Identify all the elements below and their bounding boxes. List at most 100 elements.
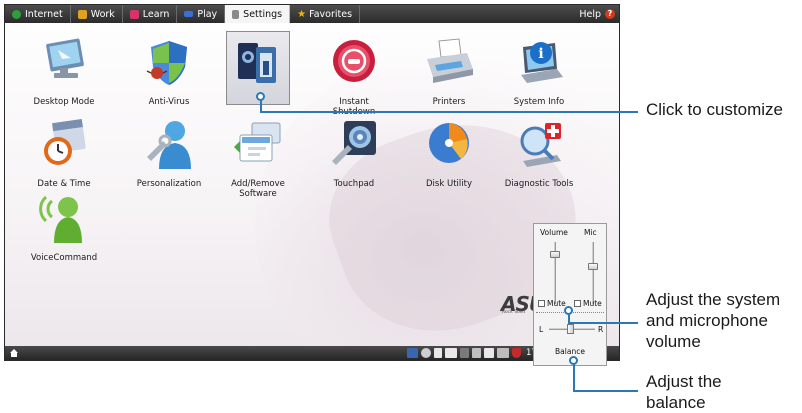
usb-icon[interactable] (497, 348, 509, 358)
balance-left-label: L (539, 325, 544, 334)
touchpad-icon (326, 117, 382, 173)
callout-adjust-system-volume: Adjust the system and microphone volume (646, 290, 781, 351)
mute-label: Mute (547, 299, 566, 308)
tab-favorites[interactable]: ★ Favorites (290, 5, 361, 23)
callout-dot-customize (256, 92, 265, 101)
wrench-icon (232, 9, 240, 19)
app-diagnostic-tools[interactable]: Diagnostic Tools (497, 117, 581, 189)
app-anti-virus[interactable]: Anti-Virus (127, 35, 211, 107)
desktop-mode-icon (36, 35, 92, 91)
app-disk-utility[interactable]: Disk Utility (407, 117, 491, 189)
app-instant-shutdown[interactable]: Instant Shutdown (312, 35, 396, 117)
app-label: Add/Remove Software (231, 179, 285, 199)
balance-right-label: R (598, 325, 604, 334)
app-label: Disk Utility (426, 179, 472, 189)
asus-tagline: Rock Solid (502, 310, 526, 315)
app-personalization[interactable]: Personalization (127, 117, 211, 189)
star-icon: ★ (297, 8, 307, 20)
folder-icon (77, 9, 87, 19)
volume-heading: Volume (540, 228, 568, 237)
mute-label: Mute (583, 299, 602, 308)
app-label: Personalization (136, 179, 202, 189)
callout-dot-balance (569, 356, 578, 365)
app-date-time[interactable]: Date & Time (22, 117, 106, 189)
app-label: Desktop Mode (33, 97, 95, 107)
app-label: VoiceCommand (30, 253, 98, 263)
desktop-screen: Internet Work Learn Play Settings ★ Favo… (4, 4, 620, 361)
system-tray: 17 (407, 348, 537, 358)
mic-slider-track[interactable] (592, 242, 594, 304)
callout-click-to-customize: Click to customize (646, 100, 783, 119)
tab-internet[interactable]: Internet (5, 5, 71, 23)
app-touchpad[interactable]: Touchpad (312, 117, 396, 189)
anti-virus-icon (141, 35, 197, 91)
monitor-icon[interactable] (472, 348, 481, 358)
tab-label: Learn (142, 8, 170, 20)
tab-label: Settings (243, 8, 283, 20)
mic-slider-handle[interactable] (588, 263, 598, 270)
app-label: Touchpad (333, 179, 375, 189)
wifi-icon[interactable] (434, 348, 442, 358)
tab-label: Favorites (309, 8, 353, 20)
help-button[interactable]: Help ? (579, 9, 619, 20)
power-icon (326, 35, 382, 91)
app-printers[interactable]: Printers (407, 35, 491, 107)
svg-text:i: i (538, 46, 543, 62)
tab-settings[interactable]: Settings (225, 5, 291, 23)
battery-icon[interactable] (445, 348, 457, 358)
question-icon: ? (605, 9, 615, 19)
app-add-remove-software[interactable]: Add/Remove Software (216, 117, 300, 199)
callout-dot-volume (564, 306, 573, 315)
callout-line-balance-h (573, 390, 638, 392)
app-label: System Info (513, 97, 565, 107)
volume-mixer-popup: Volume Mic Mute Mute L R Balance (533, 223, 607, 366)
app-label: Printers (432, 97, 466, 107)
keyboard-layout-icon[interactable] (407, 348, 418, 358)
bottom-taskbar: 17 (5, 346, 619, 360)
callout-adjust-balance: Adjust the balance (646, 372, 722, 412)
callout-line-balance-v (573, 362, 575, 392)
tab-label: Internet (25, 8, 63, 20)
tab-learn[interactable]: Learn (123, 5, 178, 23)
gamepad-icon (184, 11, 194, 17)
shield-icon[interactable] (512, 348, 521, 358)
checkbox-box[interactable] (538, 300, 545, 307)
volume-mute-checkbox[interactable]: Mute (538, 299, 566, 308)
storage-icon[interactable] (460, 348, 469, 358)
balance-heading: Balance (555, 347, 585, 356)
volume-icon (230, 35, 286, 91)
calendar-clock-icon (36, 117, 92, 173)
mic-heading: Mic (584, 228, 597, 237)
category-tab-bar: Internet Work Learn Play Settings ★ Favo… (5, 5, 619, 23)
app-label: Anti-Virus (148, 97, 190, 107)
printer-icon (421, 35, 477, 91)
app-label: Date & Time (37, 179, 91, 189)
mic-mute-checkbox[interactable]: Mute (574, 299, 602, 308)
tab-label: Work (90, 8, 115, 20)
balance-slider-handle[interactable] (567, 324, 574, 334)
tab-label: Play (197, 8, 218, 20)
network-icon[interactable] (421, 348, 431, 358)
voice-command-icon (36, 191, 92, 247)
book-icon (129, 9, 139, 19)
diagnostic-icon (511, 117, 567, 173)
disk-icon (421, 117, 477, 173)
tab-play[interactable]: Play (177, 5, 226, 23)
checkbox-box[interactable] (574, 300, 581, 307)
help-label: Help (579, 8, 601, 20)
app-desktop-mode[interactable]: Desktop Mode (22, 35, 106, 107)
person-wrench-icon (141, 117, 197, 173)
tab-work[interactable]: Work (71, 5, 123, 23)
app-voice-command[interactable]: VoiceCommand (22, 191, 106, 263)
package-icon (230, 117, 286, 173)
app-label: Instant Shutdown (333, 97, 375, 117)
info-laptop-icon: i (511, 35, 567, 91)
speaker-icon[interactable] (484, 348, 494, 358)
home-icon[interactable] (9, 348, 19, 358)
globe-icon (12, 9, 21, 19)
app-label: Diagnostic Tools (504, 179, 574, 189)
callout-line-customize-h (260, 111, 638, 113)
callout-line-volume-h (568, 322, 638, 324)
volume-slider-handle[interactable] (550, 251, 560, 258)
app-system-info[interactable]: i System Info (497, 35, 581, 107)
